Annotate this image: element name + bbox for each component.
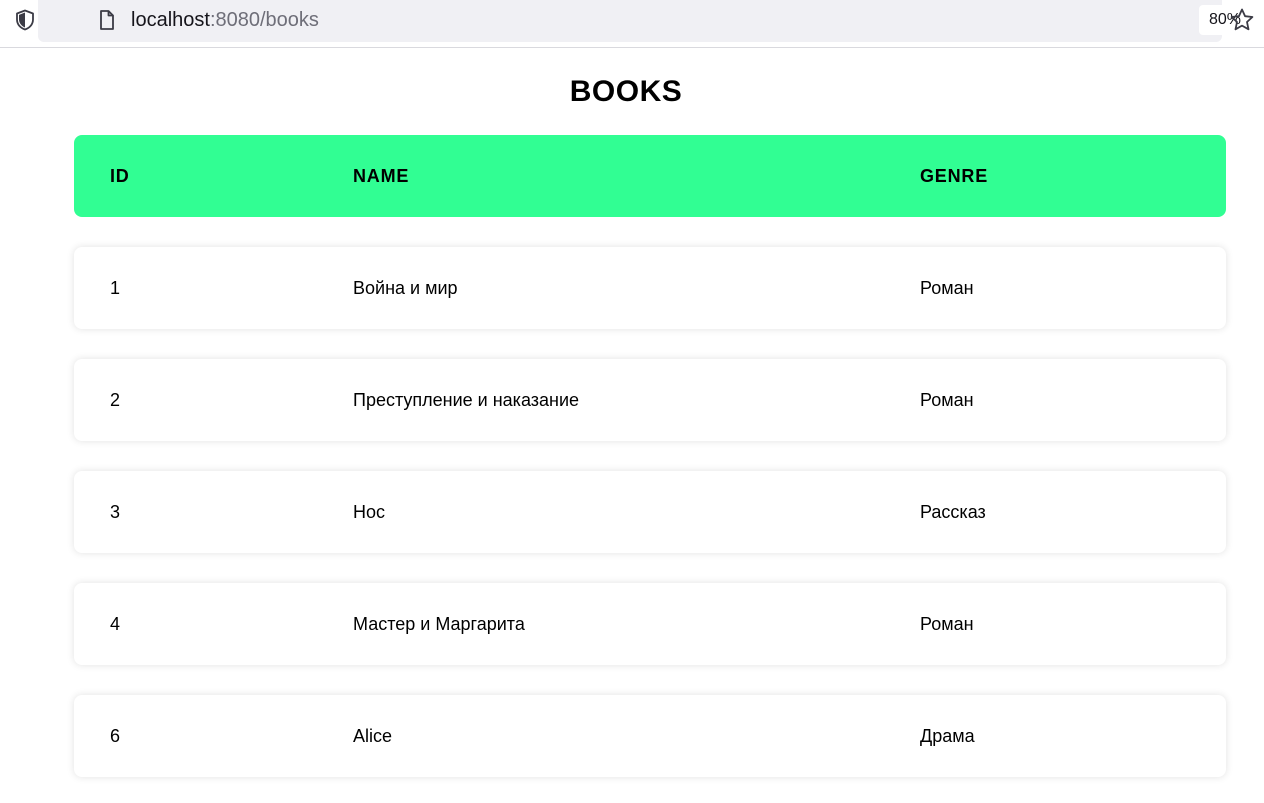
url-host: localhost <box>131 9 210 31</box>
cell-id: 6 <box>110 726 121 746</box>
table-row: 6 Alice Драма <box>74 695 1226 777</box>
cell-name: Нос <box>353 502 386 522</box>
table-row: 2 Преступление и наказание Роман <box>74 359 1226 441</box>
table-header: ID NAME GENRE <box>74 135 1226 217</box>
cell-id: 2 <box>110 390 121 410</box>
url-text[interactable]: localhost:8080/books <box>131 8 319 32</box>
cell-genre: Роман <box>920 278 974 298</box>
page-icon[interactable] <box>95 8 119 32</box>
page-title: BOOKS <box>569 75 683 108</box>
url-bar[interactable]: localhost:8080/books 80% <box>38 0 1251 42</box>
header-id: ID <box>110 166 130 186</box>
cell-genre: Рассказ <box>920 502 986 522</box>
cell-name: Преступление и наказание <box>353 390 580 410</box>
table-row: 1 Война и мир Роман <box>74 247 1226 329</box>
cell-id: 4 <box>110 614 121 634</box>
books-table: ID NAME GENRE 1 Война и мир Роман 2 Прес… <box>74 135 1226 777</box>
header-name: NAME <box>353 166 410 186</box>
browser-toolbar: localhost:8080/books 80% <box>0 0 1264 48</box>
cell-id: 1 <box>110 278 121 298</box>
bookmark-star-icon[interactable] <box>1229 7 1255 33</box>
cell-genre: Драма <box>920 726 975 746</box>
cell-genre: Роман <box>920 614 974 634</box>
cell-name: Мастер и Маргарита <box>353 614 525 634</box>
table-row: 3 Нос Рассказ <box>74 471 1226 553</box>
cell-genre: Роман <box>920 390 974 410</box>
header-genre: GENRE <box>920 166 989 186</box>
cell-name: Alice <box>353 726 393 746</box>
url-path: :8080/books <box>209 9 319 31</box>
shield-icon[interactable] <box>13 8 37 32</box>
cell-name: Война и мир <box>353 278 458 298</box>
cell-id: 3 <box>110 502 121 522</box>
table-row: 4 Мастер и Маргарита Роман <box>74 583 1226 665</box>
